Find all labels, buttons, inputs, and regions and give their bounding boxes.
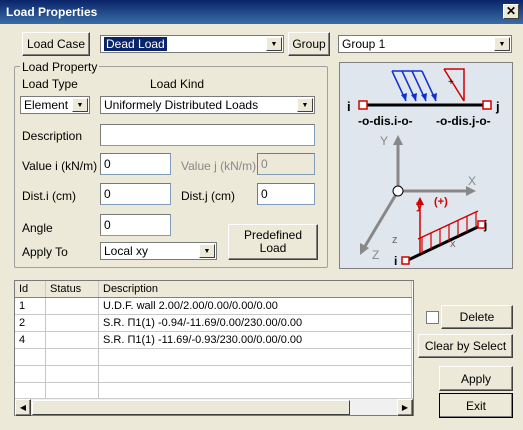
value-j-label: Value j (kN/m) — [181, 159, 257, 173]
description-label: Description — [22, 129, 83, 143]
value-i-field[interactable]: 0 — [100, 153, 171, 175]
row-status — [45, 331, 99, 349]
clear-by-select-button[interactable]: Clear by Select — [418, 334, 513, 358]
column-header-id[interactable]: Id — [15, 281, 46, 298]
axis-y-label: Y — [380, 134, 388, 148]
scroll-thumb[interactable] — [32, 400, 350, 415]
chevron-down-icon[interactable]: ▼ — [297, 98, 313, 112]
column-header-description[interactable]: Description — [98, 281, 412, 298]
group-combo[interactable]: Group 1 ▼ — [338, 35, 512, 53]
diagram-i-label: i — [347, 99, 351, 114]
load-case-button[interactable]: Load Case — [22, 32, 90, 56]
table-row — [15, 365, 412, 383]
local-x-label: x — [450, 238, 456, 250]
table-header-row: Id Status Description — [15, 281, 412, 298]
chevron-down-icon[interactable]: ▼ — [72, 98, 88, 112]
dist-i-field[interactable]: 0 — [100, 183, 171, 205]
load-kind-value: Uniformely Distributed Loads — [104, 98, 259, 112]
description-field[interactable] — [100, 124, 315, 146]
load-kind-label: Load Kind — [150, 77, 205, 91]
apply-button[interactable]: Apply — [439, 366, 513, 391]
predefined-load-button[interactable]: Predefined Load — [228, 224, 318, 260]
scroll-right-icon[interactable]: ▶ — [397, 399, 413, 416]
diagram-j-label: j — [495, 99, 500, 114]
horizontal-scrollbar[interactable]: ◀ ▶ — [15, 398, 413, 416]
group-value: Group 1 — [342, 37, 386, 51]
value-i-label: Value i (kN/m) — [22, 159, 98, 173]
row-id: 1 — [15, 297, 46, 315]
axis-z-label: Z — [372, 248, 379, 262]
local-y-label: y — [416, 198, 423, 212]
row-status — [45, 297, 99, 315]
apply-to-combo[interactable]: Local xy ▼ — [100, 242, 217, 260]
window-title: Load Properties — [6, 5, 98, 19]
dist-j-field[interactable]: 0 — [257, 183, 315, 205]
row-description: U.D.F. wall 2.00/2.00/0.00/0.00/0.00 — [98, 297, 412, 315]
scroll-left-icon[interactable]: ◀ — [15, 399, 31, 416]
angle-field[interactable]: 0 — [100, 214, 171, 236]
dist-j-label: Dist.j (cm) — [181, 189, 235, 203]
chevron-down-icon[interactable]: ▼ — [199, 244, 215, 258]
delete-checkbox[interactable] — [426, 311, 439, 324]
load-kind-combo[interactable]: Uniformely Distributed Loads ▼ — [100, 96, 315, 114]
row-description: S.R. Π1(1) -0.94/-11.69/0.00/230.00/0.00 — [98, 314, 412, 332]
group-button[interactable]: Group — [288, 32, 330, 56]
predefined-load-label-line2: Load — [259, 241, 287, 255]
load-type-value: Element — [24, 98, 69, 112]
table-row[interactable]: 1 U.D.F. wall 2.00/2.00/0.00/0.00/0.00 — [15, 297, 412, 315]
table-row[interactable]: 2 S.R. Π1(1) -0.94/-11.69/0.00/230.00/0.… — [15, 314, 412, 332]
svg-text:+: + — [448, 77, 454, 88]
node-i — [358, 100, 368, 110]
dis-j-text: -o-dis.j-o- — [436, 114, 491, 128]
delete-button[interactable]: Delete — [441, 305, 513, 329]
table-row[interactable]: 4 S.R. Π1(1) -11.69/-0.93/230.00/0.00/0.… — [15, 331, 412, 349]
loads-table: Id Status Description 1 U.D.F. wall 2.00… — [14, 280, 414, 416]
axis-x-label: X — [468, 174, 476, 188]
row-id: 2 — [15, 314, 46, 332]
chevron-down-icon[interactable]: ▼ — [494, 37, 510, 51]
table-row — [15, 382, 412, 400]
table-row — [15, 348, 412, 366]
row-description: S.R. Π1(1) -11.69/-0.93/230.00/0.00/0.00 — [98, 331, 412, 349]
exit-button[interactable]: Exit — [439, 393, 513, 418]
load-diagram-panel: i j + -o-dis.i-o- -o-dis.j-o- Y X Z y (+… — [339, 62, 513, 269]
row-status — [45, 314, 99, 332]
load-diagram: i j + -o-dis.i-o- -o-dis.j-o- Y X Z y (+… — [347, 68, 500, 268]
load-case-combo[interactable]: Dead Load ▼ — [100, 35, 284, 53]
load-property-legend: Load Property — [20, 60, 100, 74]
value-j-field: 0 — [257, 153, 315, 175]
node-j — [482, 100, 492, 110]
plus-label: (+) — [434, 196, 448, 208]
element-i-label: i — [394, 254, 397, 268]
load-case-value: Dead Load — [104, 37, 167, 51]
chevron-down-icon[interactable]: ▼ — [266, 37, 282, 51]
row-id: 4 — [15, 331, 46, 349]
dis-i-text: -o-dis.i-o- — [358, 114, 413, 128]
angle-label: Angle — [22, 221, 53, 235]
load-arrowheads — [401, 93, 437, 101]
load-type-label: Load Type — [22, 77, 78, 91]
close-button[interactable]: ✕ — [503, 4, 519, 19]
local-z-label: z — [392, 234, 398, 246]
dist-i-label: Dist.i (cm) — [22, 189, 76, 203]
apply-to-value: Local xy — [104, 244, 149, 258]
element-j-label: j — [483, 218, 487, 232]
apply-to-label: Apply To — [22, 245, 68, 259]
load-type-combo[interactable]: Element ▼ — [20, 96, 90, 114]
column-header-status[interactable]: Status — [45, 281, 99, 298]
